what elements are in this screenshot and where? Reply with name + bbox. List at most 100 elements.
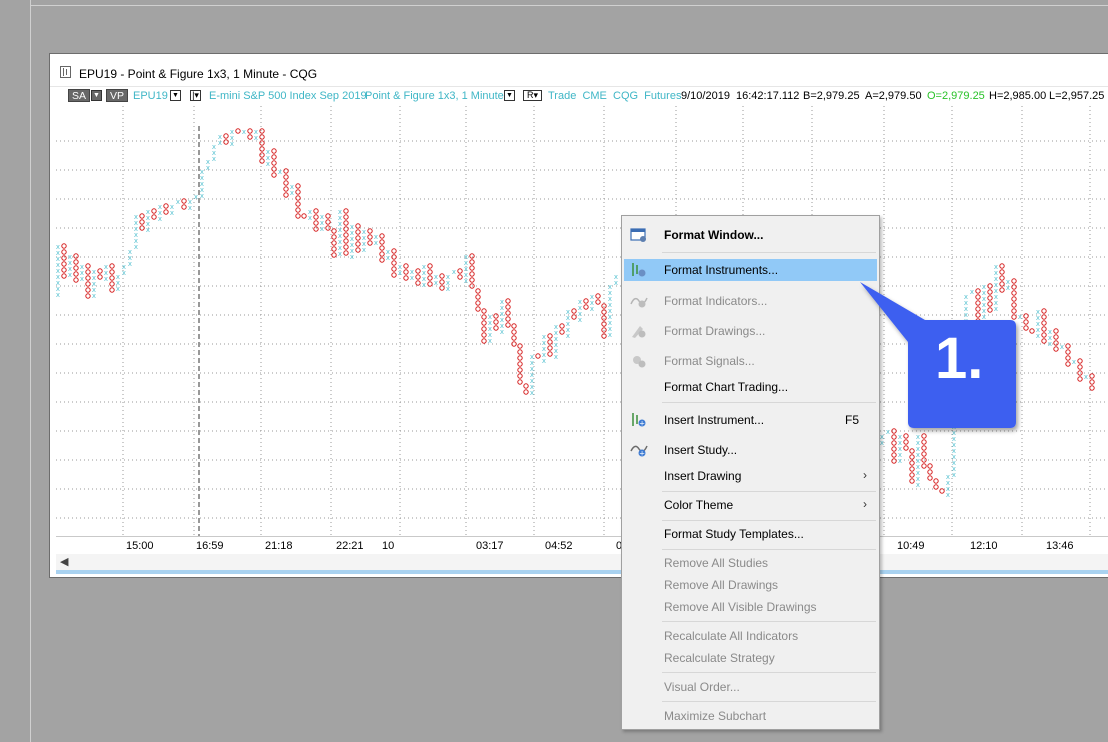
menu-separator <box>662 672 876 673</box>
menu-item-insert-drawing[interactable]: Insert Drawing › <box>624 465 877 487</box>
pf-o-mark <box>903 439 909 445</box>
menu-item-color-theme[interactable]: Color Theme › <box>624 494 877 516</box>
pf-o-mark <box>505 316 511 322</box>
menu-item-format-window[interactable]: Format Window... <box>624 224 877 246</box>
pf-o-mark <box>517 349 523 355</box>
pf-o-mark <box>355 241 361 247</box>
pf-x-mark: x <box>338 250 342 258</box>
pf-o-mark <box>439 279 445 285</box>
desktop-divider-vertical <box>30 0 31 742</box>
pf-o-mark <box>469 271 475 277</box>
instrument-menu-icon[interactable]: |▾ <box>190 90 201 101</box>
chart-app-icon <box>60 66 71 78</box>
pf-o-mark <box>523 389 529 395</box>
pf-o-mark <box>927 463 933 469</box>
pf-o-mark <box>903 445 909 451</box>
menu-separator <box>662 701 876 702</box>
pf-o-mark <box>493 325 499 331</box>
pf-o-mark <box>313 214 319 220</box>
svg-text:+: + <box>639 450 645 458</box>
menu-item-insert-instrument[interactable]: + Insert Instrument... F5 <box>624 409 877 431</box>
pf-o-mark <box>481 338 487 344</box>
pf-o-mark <box>271 166 277 172</box>
menu-item-format-study-templates[interactable]: Format Study Templates... <box>624 523 877 545</box>
pf-o-mark <box>511 323 517 329</box>
menu-item-remove-all-visible-drawings[interactable]: Remove All Visible Drawings <box>624 596 877 618</box>
menu-item-label: Insert Study... <box>664 443 738 457</box>
scroll-left-arrow-icon[interactable]: ◀ <box>60 555 68 568</box>
pf-o-mark <box>517 361 523 367</box>
menu-item-format-indicators[interactable]: Format Indicators... <box>624 290 877 312</box>
menu-separator <box>662 402 876 403</box>
pf-x-mark: x <box>898 457 902 465</box>
menu-item-recalculate-all-indicators[interactable]: Recalculate All Indicators <box>624 625 877 647</box>
symbol-dropdown-icon[interactable]: ▼ <box>170 90 181 101</box>
chart-info-bar: SA ▼ VP EPU19 ▼ |▾ E-mini S&P 500 Index … <box>56 88 1108 104</box>
pf-o-mark <box>403 275 409 281</box>
menu-item-format-instruments[interactable]: Format Instruments... <box>624 259 877 281</box>
r-dropdown[interactable]: R▾ <box>523 90 542 101</box>
pf-o-mark <box>295 183 301 189</box>
pf-o-mark <box>469 265 475 271</box>
vp-button[interactable]: VP <box>106 89 129 102</box>
pf-o-mark <box>325 219 331 225</box>
menu-item-format-signals[interactable]: Format Signals... <box>624 350 877 372</box>
menu-item-label: Format Instruments... <box>664 263 779 277</box>
pf-o-mark <box>469 259 475 265</box>
r-label: R <box>526 90 534 100</box>
pf-o-mark <box>181 204 187 210</box>
pf-x-mark: x <box>146 226 150 234</box>
pf-o-mark <box>61 249 67 255</box>
sa-dropdown-icon[interactable]: ▼ <box>91 90 102 101</box>
pf-o-mark <box>535 353 541 359</box>
bid-value: B=2,979.25 <box>803 90 860 102</box>
format-signals-icon <box>633 356 646 368</box>
pf-o-mark <box>439 285 445 291</box>
pf-o-mark <box>283 186 289 192</box>
pf-o-mark <box>511 335 517 341</box>
pf-o-mark <box>379 257 385 263</box>
menu-item-remove-all-drawings[interactable]: Remove All Drawings <box>624 574 877 596</box>
menu-item-maximize-subchart[interactable]: Maximize Subchart <box>624 705 877 727</box>
chart-type-dropdown-icon[interactable]: ▼ <box>504 90 515 101</box>
window-titlebar[interactable]: EPU19 - Point & Figure 1x3, 1 Minute - C… <box>50 54 1108 87</box>
menu-item-label: Remove All Visible Drawings <box>664 600 817 614</box>
time-axis-label: 12:10 <box>970 540 998 552</box>
pf-x-mark: x <box>158 215 162 223</box>
symbol-label[interactable]: EPU19 <box>133 90 168 102</box>
pf-o-mark <box>481 332 487 338</box>
pf-o-mark <box>301 213 307 219</box>
horizontal-scrollbar[interactable]: ◀ <box>56 554 1108 570</box>
pf-x-mark: x <box>176 198 180 206</box>
high-value: H=2,985.00 <box>989 90 1047 102</box>
pf-o-mark <box>523 383 529 389</box>
time-axis-label: 15:00 <box>126 540 154 552</box>
pf-o-mark <box>559 323 565 329</box>
menu-item-remove-all-studies[interactable]: Remove All Studies <box>624 552 877 574</box>
menu-item-label: Format Indicators... <box>664 294 768 308</box>
pf-o-mark <box>325 213 331 219</box>
menu-item-recalculate-strategy[interactable]: Recalculate Strategy <box>624 647 877 669</box>
pf-o-mark <box>343 226 349 232</box>
pf-o-mark <box>355 223 361 229</box>
pf-o-mark <box>379 245 385 251</box>
pf-o-mark <box>163 203 169 209</box>
menu-item-format-drawings[interactable]: Format Drawings... <box>624 320 877 342</box>
menu-item-label: Insert Drawing <box>664 469 742 483</box>
pf-x-mark: x <box>242 128 246 136</box>
pf-o-mark <box>517 379 523 385</box>
menu-item-visual-order[interactable]: Visual Order... <box>624 676 877 698</box>
pf-o-mark <box>1053 340 1059 346</box>
menu-item-format-chart-trading[interactable]: Format Chart Trading... <box>624 376 877 398</box>
insert-instrument-icon: + <box>632 413 646 428</box>
pf-o-mark <box>583 298 589 304</box>
pf-o-mark <box>109 287 115 293</box>
pf-x-mark: x <box>500 328 504 336</box>
sa-button[interactable]: SA <box>68 89 91 102</box>
pf-o-mark <box>427 275 433 281</box>
pf-o-mark <box>343 238 349 244</box>
pf-o-mark <box>921 451 927 457</box>
pf-o-mark <box>313 208 319 214</box>
menu-item-insert-study[interactable]: + Insert Study... <box>624 439 877 461</box>
pf-o-mark <box>271 148 277 154</box>
